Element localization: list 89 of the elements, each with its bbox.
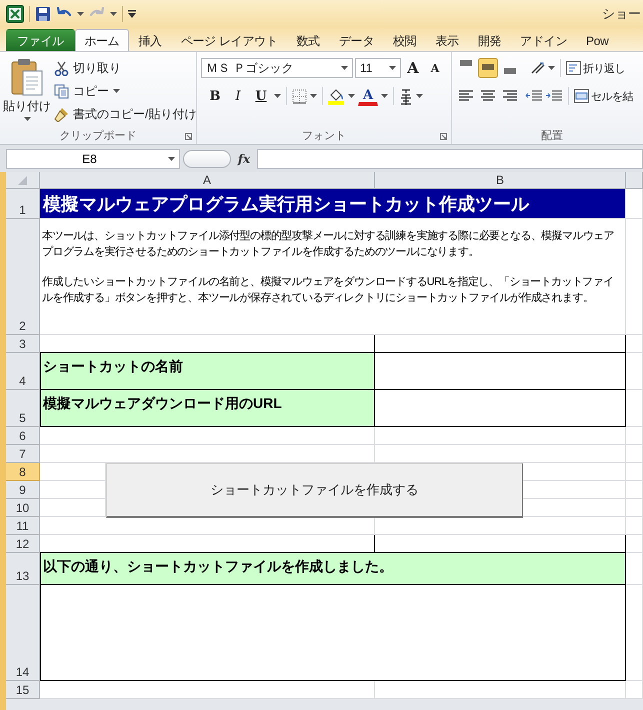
row-header[interactable]: 15 (6, 681, 40, 699)
text-orientation-icon[interactable] (530, 61, 546, 75)
caret-icon[interactable] (381, 94, 388, 98)
ribbon-command[interactable]: 切り取り (73, 60, 121, 76)
group-label: フォント (302, 129, 346, 143)
merge-cells-button[interactable]: セルを結 (591, 88, 633, 104)
name-box[interactable]: E8 (6, 148, 180, 168)
ribbon-tab[interactable]: データ (329, 29, 384, 51)
phonetic-guide-icon[interactable] (399, 88, 413, 104)
customize-menu-icon[interactable] (128, 10, 136, 18)
dialog-launcher-icon[interactable] (440, 133, 447, 140)
ribbon-tab[interactable]: アドイン (510, 29, 577, 51)
row-header[interactable]: 5 (6, 390, 40, 427)
ribbon-command[interactable]: 書式のコピー/貼り付け (73, 106, 196, 122)
field-label: 模擬マルウェアダウンロード用のURL (40, 390, 375, 427)
caret-icon[interactable] (110, 12, 117, 16)
field-label: ショートカットの名前 (40, 353, 375, 390)
insert-function-button[interactable]: fx (234, 152, 254, 166)
wrap-text-icon[interactable] (566, 61, 581, 75)
caret-icon[interactable] (113, 89, 120, 93)
ribbon-tab[interactable]: ページ レイアウト (171, 29, 287, 51)
row-header[interactable]: 14 (6, 585, 40, 681)
row-header[interactable]: 4 (6, 353, 40, 390)
formula-input[interactable] (257, 148, 643, 168)
font-size-dropdown[interactable]: 11 (355, 58, 401, 78)
font-color-button[interactable]: A (358, 86, 378, 106)
clipboard-icon[interactable] (11, 58, 43, 96)
sheet-cell[interactable] (375, 335, 626, 353)
caret-icon[interactable] (389, 66, 396, 70)
caret-icon[interactable] (77, 12, 84, 16)
description-text: 作成したいショートカットファイルの名前と、模擬マルウェアをダウンロードするURLを指定し、「ショートカットファイルを作成する」ボタンを押すと、本ツールが保存されているディレクトリにショートカットファイルが作成されます。 (42, 274, 614, 306)
caret-icon[interactable] (548, 66, 555, 70)
dialog-launcher-icon[interactable] (185, 133, 192, 140)
wrap-text-button[interactable]: 折り返し (583, 60, 625, 76)
fill-color-icon[interactable] (328, 88, 345, 104)
ribbon-tab[interactable]: 挿入 (128, 29, 172, 51)
vertical-align-icon[interactable] (478, 58, 498, 78)
row-header[interactable]: 6 (6, 427, 40, 445)
sheet-title: 模擬マルウェアプログラム実行用ショートカット作成ツール (40, 189, 626, 219)
ribbon-tab[interactable]: 数式 (286, 29, 330, 51)
group-label: クリップボード (60, 128, 136, 143)
row-header[interactable]: 12 (6, 535, 40, 553)
row-header[interactable]: 1 (6, 189, 40, 219)
row-header[interactable]: 2 (6, 219, 40, 335)
row-header[interactable]: 10 (6, 499, 40, 517)
ribbon-tab[interactable]: 表示 (426, 29, 468, 51)
caret-icon[interactable] (416, 94, 423, 98)
column-header[interactable]: A (40, 172, 375, 189)
merge-cells-icon[interactable] (574, 89, 589, 103)
file-tab[interactable]: ファイル (6, 29, 75, 51)
create-shortcut-button[interactable]: ショートカットファイルを作成する (106, 463, 523, 518)
ribbon-tab[interactable]: 開発 (468, 29, 511, 51)
caret-icon[interactable] (348, 94, 355, 98)
row-header[interactable]: 9 (6, 481, 40, 499)
copy-icon[interactable] (54, 84, 69, 98)
underline-button[interactable]: U (251, 86, 271, 106)
ribbon-tab[interactable]: ホーム (74, 29, 129, 51)
caret-icon[interactable] (310, 94, 317, 98)
window-title: ショー (602, 4, 642, 22)
ribbon-tab[interactable]: 校閲 (383, 29, 426, 51)
description-text: 本ツールは、ショットカットファイル添付型の標的型攻撃メールに対する訓練を実施する際に必要となる、模擬マルウェアプログラムを実行させるためのショートカットファイルを作成するためのツールになります。 (42, 228, 616, 260)
paintbrush-icon[interactable] (54, 106, 69, 122)
caret-icon[interactable] (168, 156, 175, 160)
row-header[interactable]: 13 (6, 553, 40, 585)
save-icon[interactable] (35, 6, 51, 22)
font-name-dropdown[interactable]: ＭＳ Ｐゴシック (201, 58, 353, 78)
spreadsheet-icon (6, 4, 24, 22)
scissors-icon[interactable] (54, 60, 69, 76)
grow-font-button[interactable]: A (403, 58, 423, 78)
input-cell[interactable] (375, 353, 626, 390)
shrink-font-button[interactable]: A (425, 58, 445, 78)
input-cell[interactable] (375, 390, 626, 427)
paste-button[interactable]: 貼り付け (3, 98, 51, 115)
borders-icon[interactable] (292, 88, 307, 104)
bold-button[interactable]: B (205, 86, 225, 106)
caret-icon[interactable] (24, 117, 30, 121)
row-header[interactable]: 8 (6, 463, 40, 481)
result-heading: 以下の通り、ショートカットファイルを作成しました。 (40, 553, 626, 585)
ribbon-command[interactable]: コピー (73, 82, 109, 100)
column-header[interactable]: B (375, 172, 626, 189)
caret-icon[interactable] (341, 66, 348, 70)
row-header[interactable]: 7 (6, 445, 40, 463)
caret-icon[interactable] (274, 94, 281, 98)
formula-bar-handle[interactable] (183, 150, 231, 168)
italic-button[interactable]: I (228, 86, 248, 106)
row-header[interactable]: 3 (6, 335, 40, 353)
row-header[interactable]: 11 (6, 517, 40, 535)
group-label: 配置 (541, 129, 563, 143)
ribbon-tab[interactable]: Pow (576, 29, 618, 51)
